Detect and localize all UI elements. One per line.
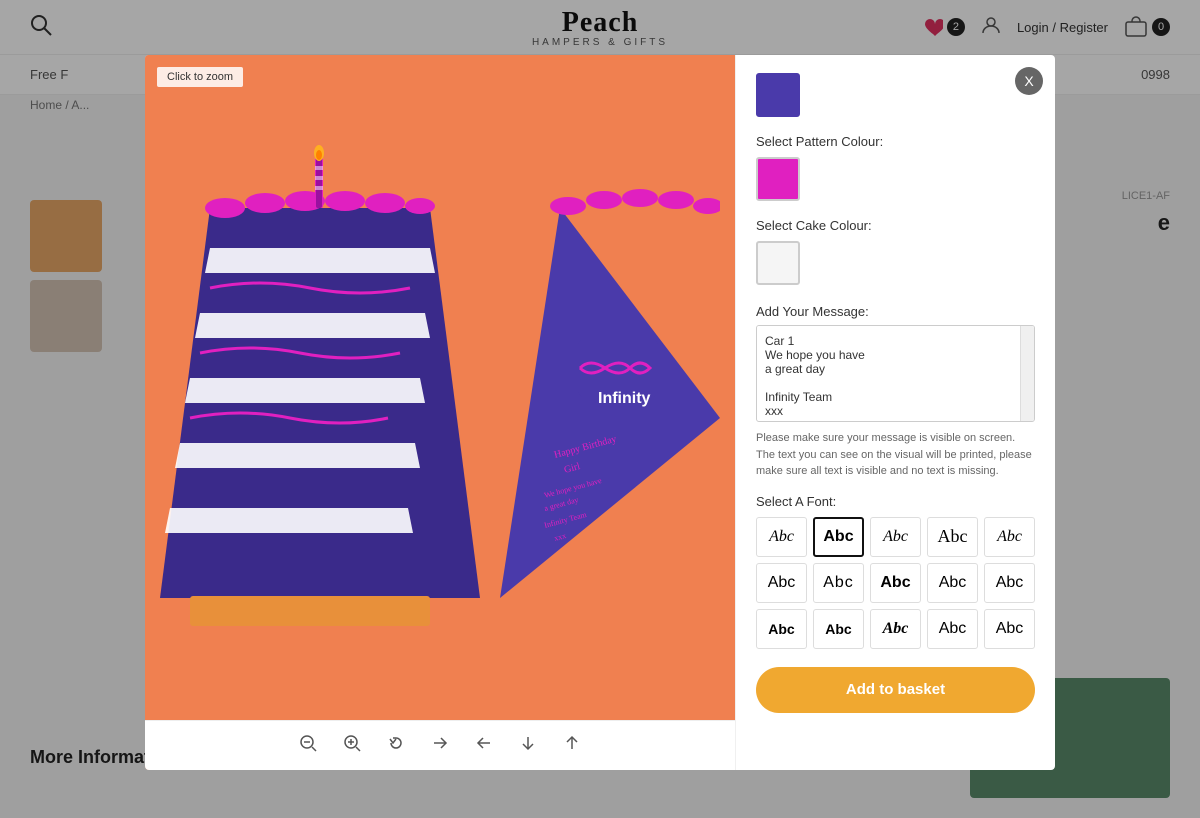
message-textarea[interactable]: Car 1 We hope you have a great day Infin… [757, 326, 1034, 416]
font-option-14[interactable]: Abc [927, 609, 978, 649]
font-grid: Abc Abc Abc Abc Abc Abc Abc Abc Abc Abc … [756, 517, 1035, 649]
move-left-button[interactable] [471, 730, 497, 761]
font-option-2[interactable]: Abc [813, 517, 864, 557]
font-option-8[interactable]: Abc [870, 563, 921, 603]
move-right-button[interactable] [427, 730, 453, 761]
pattern-colour-label: Select Pattern Colour: [756, 134, 1035, 149]
svg-text:Infinity: Infinity [598, 390, 651, 407]
message-textarea-wrap: Car 1 We hope you have a great day Infin… [756, 325, 1035, 422]
textarea-scrollbar [1020, 326, 1034, 421]
cake-colour-label: Select Cake Colour: [756, 218, 1035, 233]
font-option-13[interactable]: Abc [870, 609, 921, 649]
rotate-button[interactable] [383, 730, 409, 761]
font-option-6[interactable]: Abc [756, 563, 807, 603]
modal-options-panel: Select Pattern Colour: Select Cake Colou… [735, 55, 1055, 770]
font-option-5[interactable]: Abc [984, 517, 1035, 557]
background-color-swatch[interactable] [756, 73, 800, 117]
zoom-out-button[interactable] [295, 730, 321, 761]
close-button[interactable]: X [1015, 67, 1043, 95]
message-note: Please make sure your message is visible… [756, 430, 1035, 480]
cake-colour-swatch[interactable] [756, 241, 800, 285]
font-option-3[interactable]: Abc [870, 517, 921, 557]
product-preview-image[interactable]: Infinity Happy Birthday Girl We hope you… [145, 55, 735, 720]
font-option-4[interactable]: Abc [927, 517, 978, 557]
zoom-in-button[interactable] [339, 730, 365, 761]
font-option-9[interactable]: Abc [927, 563, 978, 603]
add-to-basket-button[interactable]: Add to basket [756, 667, 1035, 713]
cake-slice-svg: Infinity Happy Birthday Girl We hope you… [160, 118, 720, 658]
move-up-button[interactable] [559, 730, 585, 761]
product-customizer-modal: X Click to zoom [145, 55, 1055, 770]
font-label: Select A Font: [756, 494, 1035, 509]
modal-body: Click to zoom [145, 55, 1055, 770]
message-label: Add Your Message: [756, 304, 1035, 319]
font-option-11[interactable]: Abc [756, 609, 807, 649]
image-toolbar [145, 720, 735, 770]
font-option-10[interactable]: Abc [984, 563, 1035, 603]
click-to-zoom-label[interactable]: Click to zoom [157, 67, 243, 87]
font-option-12[interactable]: Abc [813, 609, 864, 649]
font-option-15[interactable]: Abc [984, 609, 1035, 649]
pattern-colour-swatch[interactable] [756, 157, 800, 201]
move-down-button[interactable] [515, 730, 541, 761]
font-option-1[interactable]: Abc [756, 517, 807, 557]
modal-image-panel: Click to zoom [145, 55, 735, 770]
font-option-7[interactable]: Abc [813, 563, 864, 603]
